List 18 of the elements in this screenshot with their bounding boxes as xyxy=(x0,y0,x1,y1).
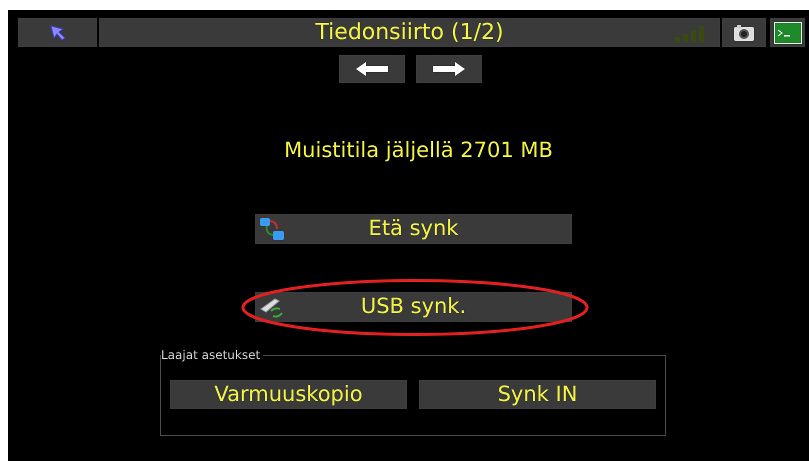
left-arrow-icon xyxy=(356,62,388,76)
cursor-arrow-icon xyxy=(48,24,66,42)
network-sync-icon xyxy=(259,216,285,240)
back-button[interactable] xyxy=(18,18,97,47)
previous-button[interactable] xyxy=(339,55,405,83)
sync-button[interactable]: Etä synk xyxy=(255,214,572,244)
right-arrow-icon xyxy=(433,62,465,76)
camera-icon xyxy=(733,24,755,42)
window-title: Tiedonsiirto (1/2) xyxy=(315,22,504,44)
camera-button[interactable] xyxy=(722,18,766,47)
settings-button[interactable]: Synk IN xyxy=(419,380,656,409)
terminal-button[interactable] xyxy=(770,18,805,47)
group-legend: Laajat asetukset xyxy=(161,348,264,362)
next-button[interactable] xyxy=(416,55,482,83)
settings-button[interactable]: Varmuuskopio xyxy=(170,380,407,409)
memory-status: Muistitila jäljellä 2701 MB xyxy=(284,137,553,164)
sync-button[interactable]: USB synk. xyxy=(255,292,572,322)
terminal-icon xyxy=(774,22,802,44)
